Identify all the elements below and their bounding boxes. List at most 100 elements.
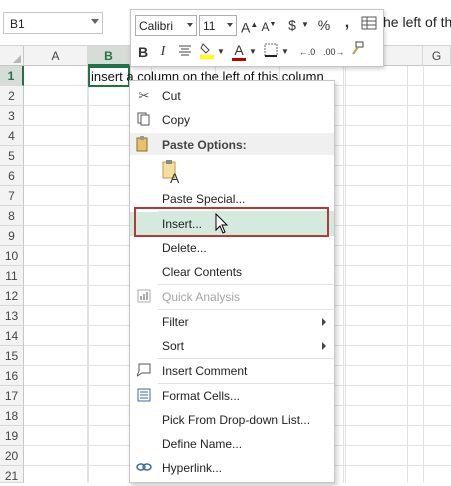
- column-header-a[interactable]: A: [24, 46, 88, 66]
- font-name-select[interactable]: Calibri: [135, 15, 197, 36]
- scissors-icon: ✂: [138, 88, 150, 103]
- row-header[interactable]: 1: [0, 66, 24, 86]
- row-header[interactable]: 13: [0, 306, 24, 326]
- row-header[interactable]: 5: [0, 146, 24, 166]
- row-header[interactable]: 18: [0, 406, 24, 426]
- copy-icon: [136, 112, 152, 128]
- italic-button[interactable]: I: [156, 42, 170, 62]
- paste-options-label: Paste Options:: [162, 138, 247, 152]
- font-name-value: Calibri: [139, 19, 174, 33]
- chevron-down-icon[interactable]: ▼: [301, 15, 309, 35]
- row-header[interactable]: 17: [0, 386, 24, 406]
- menu-item-cut-label: Cut: [162, 89, 181, 103]
- menu-item-hyperlink-label: Hyperlink...: [162, 461, 223, 475]
- chevron-right-icon: [322, 342, 326, 350]
- menu-item-hyperlink[interactable]: Hyperlink...: [130, 456, 334, 480]
- bold-button[interactable]: B: [136, 42, 150, 62]
- decrease-font-icon: A: [261, 20, 270, 34]
- quick-analysis-icon: [136, 289, 152, 305]
- menu-item-pick-from-list-label: Pick From Drop-down List...: [162, 413, 311, 427]
- row-header[interactable]: 19: [0, 426, 24, 446]
- menu-item-paste-special-label: Paste Special...: [162, 192, 246, 206]
- decrease-font-size-button[interactable]: A▼: [261, 15, 277, 35]
- column-header-b[interactable]: B: [88, 46, 130, 66]
- row-header[interactable]: 15: [0, 346, 24, 366]
- name-box-value: B1: [10, 17, 25, 31]
- menu-item-format-cells[interactable]: Format Cells...: [130, 384, 334, 408]
- chevron-down-icon[interactable]: ▼: [217, 42, 225, 62]
- formula-bar-text[interactable]: he left of th: [383, 14, 451, 30]
- menu-item-clear-contents[interactable]: Clear Contents: [130, 260, 334, 284]
- fill-color-icon[interactable]: [199, 41, 215, 61]
- menu-item-define-name[interactable]: Define Name...: [130, 432, 334, 456]
- menu-item-filter[interactable]: Filter: [130, 310, 334, 334]
- align-center-icon[interactable]: [177, 42, 193, 62]
- increase-font-icon: A: [241, 19, 251, 36]
- row-header[interactable]: 9: [0, 226, 24, 246]
- increase-decimal-icon[interactable]: ←.0: [297, 42, 317, 62]
- paste-option-keep-formatting[interactable]: A: [130, 157, 334, 187]
- paste-options-header: Paste Options:: [130, 133, 334, 155]
- menu-item-copy-label: Copy: [162, 113, 191, 127]
- name-box[interactable]: B1: [3, 12, 103, 34]
- accounting-format-button[interactable]: $: [285, 15, 299, 35]
- menu-item-delete-label: Delete...: [162, 241, 207, 255]
- format-painter-icon[interactable]: [349, 41, 365, 61]
- row-header[interactable]: 16: [0, 366, 24, 386]
- menu-item-filter-label: Filter: [162, 315, 189, 329]
- chevron-down-icon: [187, 23, 193, 27]
- comma-style-button[interactable]: ,: [341, 13, 353, 33]
- menu-item-sort[interactable]: Sort: [130, 334, 334, 358]
- row-header[interactable]: 11: [0, 266, 24, 286]
- format-cells-icon: [136, 388, 152, 404]
- menu-item-insert-comment[interactable]: Insert Comment: [130, 359, 334, 383]
- row-header[interactable]: 2: [0, 86, 24, 106]
- font-color-icon: A: [234, 42, 244, 58]
- row-header[interactable]: 6: [0, 166, 24, 186]
- borders-icon[interactable]: [263, 42, 279, 62]
- row-header[interactable]: 8: [0, 206, 24, 226]
- menu-item-pick-from-list[interactable]: Pick From Drop-down List...: [130, 408, 334, 432]
- menu-item-copy[interactable]: Copy: [130, 108, 334, 132]
- paste-clipboard-icon: A: [162, 159, 180, 186]
- column-gridline: [88, 66, 89, 483]
- increase-font-size-button[interactable]: A▲: [241, 15, 258, 36]
- menu-item-insert-comment-label: Insert Comment: [162, 364, 248, 378]
- font-size-value: 11: [203, 19, 216, 33]
- mini-toolbar: Calibri 11 A▲ A▼ $ ▼ % , B I ▼ A ▼ ▼ ←.0…: [130, 9, 384, 67]
- menu-item-cut[interactable]: ✂ Cut: [130, 84, 334, 108]
- row-header[interactable]: 4: [0, 126, 24, 146]
- menu-item-clear-contents-label: Clear Contents: [162, 265, 243, 279]
- format-table-icon[interactable]: [361, 15, 377, 35]
- row-header[interactable]: 10: [0, 246, 24, 266]
- chevron-down-icon: [227, 23, 233, 27]
- decrease-decimal-icon[interactable]: .00→: [323, 42, 345, 62]
- chevron-down-icon[interactable]: ▼: [249, 42, 257, 62]
- row-header[interactable]: 14: [0, 326, 24, 346]
- chevron-down-icon[interactable]: ▼: [281, 42, 289, 62]
- paste-icon: [136, 136, 150, 155]
- chevron-right-icon: [322, 318, 326, 326]
- percent-style-button[interactable]: %: [317, 15, 331, 35]
- chevron-down-icon[interactable]: [91, 19, 99, 24]
- column-header-g[interactable]: G: [423, 46, 451, 66]
- select-all-button[interactable]: [0, 46, 24, 66]
- menu-item-quick-analysis-label: Quick Analysis: [162, 290, 241, 304]
- comment-icon: [135, 363, 152, 379]
- font-color-button[interactable]: A: [231, 40, 247, 61]
- row-header[interactable]: 7: [0, 186, 24, 206]
- svg-text:A: A: [170, 170, 180, 185]
- row-header[interactable]: 12: [0, 286, 24, 306]
- column-gridline: [423, 66, 424, 483]
- select-all-icon: [13, 55, 21, 63]
- row-header[interactable]: 20: [0, 446, 24, 466]
- menu-item-define-name-label: Define Name...: [162, 437, 243, 451]
- hyperlink-icon: [136, 460, 152, 476]
- menu-item-sort-label: Sort: [162, 339, 185, 353]
- font-size-select[interactable]: 11: [199, 15, 237, 36]
- context-menu: ✂ Cut Copy Paste Options: A Paste Specia…: [129, 80, 335, 483]
- row-header[interactable]: 3: [0, 106, 24, 126]
- menu-item-quick-analysis[interactable]: Quick Analysis: [130, 285, 334, 309]
- row-header[interactable]: 21: [0, 466, 24, 483]
- menu-item-delete[interactable]: Delete...: [130, 236, 334, 260]
